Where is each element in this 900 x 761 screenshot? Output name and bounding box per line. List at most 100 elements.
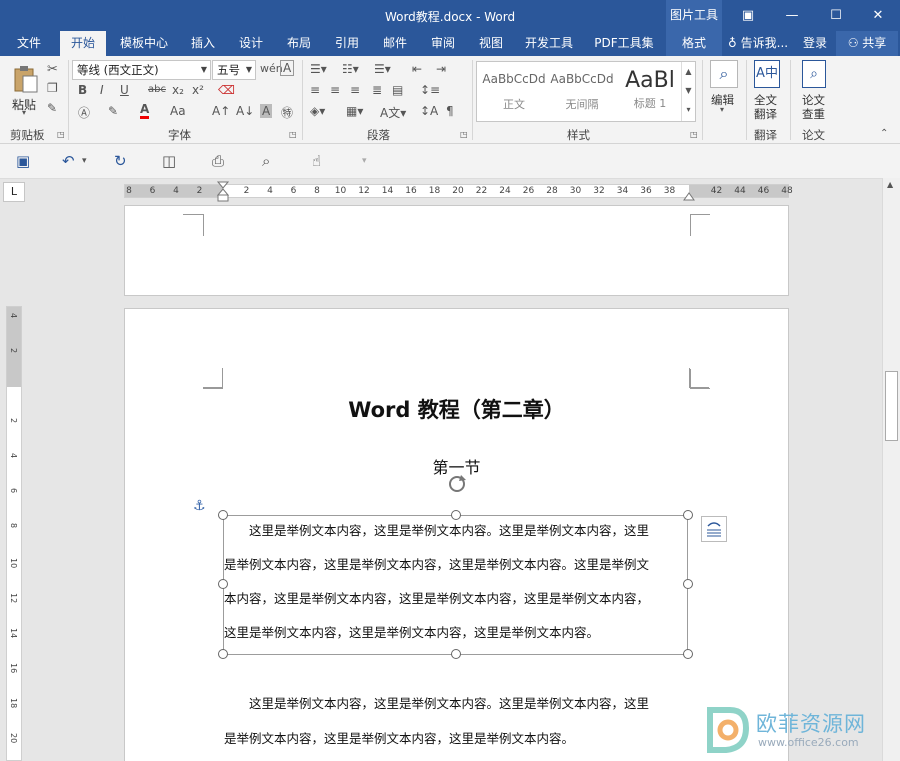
indent-marker-icon[interactable] bbox=[217, 181, 229, 203]
highlight-icon[interactable]: ✎ bbox=[108, 104, 118, 118]
resize-handle-bottom-left[interactable] bbox=[218, 649, 228, 659]
tab-pdf-tools[interactable]: PDF工具集 bbox=[588, 31, 660, 56]
strikethrough-button[interactable]: abc bbox=[148, 84, 166, 95]
scroll-up-icon[interactable]: ▲ bbox=[887, 180, 893, 189]
resize-handle-bottom-right[interactable] bbox=[683, 649, 693, 659]
tell-me-search[interactable]: ♁ 告诉我... bbox=[728, 31, 794, 56]
clear-format-icon[interactable]: ⌫ bbox=[218, 83, 235, 97]
copy-icon[interactable]: ❐ bbox=[47, 81, 58, 95]
gallery-scroll[interactable]: ▲ ▼ ▾ bbox=[681, 62, 695, 121]
columns-icon[interactable]: ◫ bbox=[162, 152, 176, 170]
show-marks-icon[interactable]: ¶ bbox=[446, 104, 454, 118]
dialog-launcher-icon[interactable]: ◳ bbox=[289, 130, 297, 139]
align-left-icon[interactable]: ≡ bbox=[310, 83, 320, 97]
close-button[interactable]: ✕ bbox=[856, 0, 900, 31]
vertical-scrollbar[interactable]: ▲ bbox=[882, 178, 900, 761]
save-icon[interactable]: ▣ bbox=[16, 152, 30, 170]
horizontal-ruler[interactable]: 8 6 4 2 2 4 6 8 10 12 14 16 18 20 22 24 26 28 30 32 34 36 38 42… bbox=[124, 181, 793, 202]
share-button[interactable]: ⚇ 共享 bbox=[836, 31, 898, 56]
dialog-launcher-icon[interactable]: ◳ bbox=[57, 130, 65, 139]
maximize-button[interactable]: ☐ bbox=[814, 0, 858, 31]
paper-check-button[interactable]: ⌕ 论文 查重 bbox=[796, 60, 832, 122]
style-normal[interactable]: AaBbCcDd 正文 bbox=[481, 66, 547, 118]
redo-icon[interactable]: ↻ bbox=[114, 152, 127, 170]
vertical-ruler[interactable]: 4 2 2 4 6 8 10 12 14 16 18 20 bbox=[6, 306, 22, 761]
resize-handle-left[interactable] bbox=[218, 579, 228, 589]
paste-button[interactable]: 粘贴 ▾ bbox=[8, 62, 44, 120]
sort-icon[interactable]: ↕A bbox=[420, 104, 438, 118]
tab-home[interactable]: 开始 bbox=[60, 31, 106, 56]
line-spacing-icon[interactable]: ↕≡ bbox=[420, 83, 440, 97]
bold-button[interactable]: B bbox=[78, 83, 87, 97]
chevron-down-icon[interactable]: ▾ bbox=[82, 156, 87, 166]
resize-handle-top-right[interactable] bbox=[683, 510, 693, 520]
rotate-handle-icon[interactable] bbox=[445, 472, 469, 496]
document-title[interactable]: Word 教程（第二章） bbox=[124, 394, 789, 424]
print-icon[interactable]: ⎙ bbox=[212, 152, 224, 170]
full-text-translate-button[interactable]: A中 全文 翻译 bbox=[750, 60, 784, 122]
align-center-icon[interactable]: ≡ bbox=[330, 83, 340, 97]
tab-review[interactable]: 审阅 bbox=[422, 31, 464, 56]
superscript-button[interactable]: x² bbox=[192, 83, 204, 97]
enclose-char-icon[interactable]: ㊕ bbox=[281, 104, 293, 121]
change-case-button[interactable]: Aa bbox=[170, 104, 186, 118]
touch-mode-icon[interactable]: ☝ bbox=[312, 152, 321, 170]
numbering-icon[interactable]: ☷▾ bbox=[342, 62, 359, 76]
shrink-font-icon[interactable]: A↓ bbox=[236, 104, 254, 118]
resize-handle-bottom[interactable] bbox=[451, 649, 461, 659]
tab-design[interactable]: 设计 bbox=[230, 31, 272, 56]
tab-layout[interactable]: 布局 bbox=[278, 31, 320, 56]
font-name-field[interactable]: 等线 (西文正文) ▼ bbox=[72, 60, 211, 80]
char-shading-icon[interactable]: A bbox=[260, 104, 273, 118]
dialog-launcher-icon[interactable]: ◳ bbox=[460, 130, 468, 139]
tab-mailings[interactable]: 邮件 bbox=[374, 31, 416, 56]
tab-view[interactable]: 视图 bbox=[470, 31, 512, 56]
login-link[interactable]: 登录 bbox=[798, 31, 832, 56]
chinese-layout-icon[interactable]: A文▾ bbox=[380, 104, 406, 121]
subscript-button[interactable]: x₂ bbox=[172, 83, 184, 97]
align-right-icon[interactable]: ≡ bbox=[350, 83, 360, 97]
undo-icon[interactable]: ↶ bbox=[62, 152, 75, 170]
underline-button[interactable]: U bbox=[120, 83, 129, 97]
increase-indent-icon[interactable]: ⇥ bbox=[436, 62, 446, 76]
grow-font-icon[interactable]: A↑ bbox=[212, 104, 230, 118]
dialog-launcher-icon[interactable]: ◳ bbox=[690, 130, 698, 139]
tab-format[interactable]: 格式 bbox=[666, 31, 722, 56]
cut-icon[interactable]: ✂ bbox=[47, 62, 58, 77]
tab-templates[interactable]: 模板中心 bbox=[112, 31, 176, 56]
tab-developer[interactable]: 开发工具 bbox=[518, 31, 580, 56]
shading-icon[interactable]: ◈▾ bbox=[310, 104, 325, 118]
distributed-icon[interactable]: ▤ bbox=[392, 83, 403, 97]
bullets-icon[interactable]: ☰▾ bbox=[310, 62, 327, 76]
justify-icon[interactable]: ≣ bbox=[372, 83, 382, 97]
multilevel-list-icon[interactable]: ☰▾ bbox=[374, 62, 391, 76]
borders-icon[interactable]: ▦▾ bbox=[346, 104, 363, 118]
resize-handle-top[interactable] bbox=[451, 510, 461, 520]
right-indent-marker-icon[interactable] bbox=[683, 189, 695, 201]
scrollbar-thumb[interactable] bbox=[885, 371, 898, 441]
layout-options-button[interactable] bbox=[701, 516, 727, 542]
print-preview-icon[interactable]: ⌕ bbox=[262, 152, 270, 170]
text-effects-icon[interactable]: Ⓐ bbox=[78, 104, 90, 121]
font-size-field[interactable]: 五号 ▼ bbox=[212, 60, 256, 80]
customize-qat-icon[interactable]: ▾ bbox=[362, 156, 367, 166]
char-border-icon[interactable]: A bbox=[280, 60, 295, 76]
style-no-spacing[interactable]: AaBbCcDd 无间隔 bbox=[549, 66, 615, 118]
page-1[interactable] bbox=[124, 205, 789, 296]
decrease-indent-icon[interactable]: ⇤ bbox=[412, 62, 422, 76]
minimize-button[interactable]: — bbox=[770, 0, 814, 31]
style-heading-1[interactable]: AaBl 标题 1 bbox=[617, 66, 683, 118]
italic-button[interactable]: I bbox=[100, 83, 104, 97]
tab-references[interactable]: 引用 bbox=[326, 31, 368, 56]
tab-file[interactable]: 文件 bbox=[6, 31, 52, 56]
editing-button[interactable]: ⌕ 编辑 ▾ bbox=[708, 60, 742, 122]
ribbon-display-options-button[interactable]: ▣ bbox=[726, 0, 770, 31]
tab-selector[interactable]: L bbox=[3, 182, 25, 202]
resize-handle-right[interactable] bbox=[683, 579, 693, 589]
resize-handle-top-left[interactable] bbox=[218, 510, 228, 520]
ruler-tick-label: 2 bbox=[243, 186, 250, 196]
tab-insert[interactable]: 插入 bbox=[182, 31, 224, 56]
collapse-ribbon-icon[interactable]: ⌃ bbox=[880, 128, 888, 139]
font-color-button[interactable]: A bbox=[140, 102, 150, 119]
format-painter-icon[interactable]: ✎ bbox=[47, 101, 57, 115]
